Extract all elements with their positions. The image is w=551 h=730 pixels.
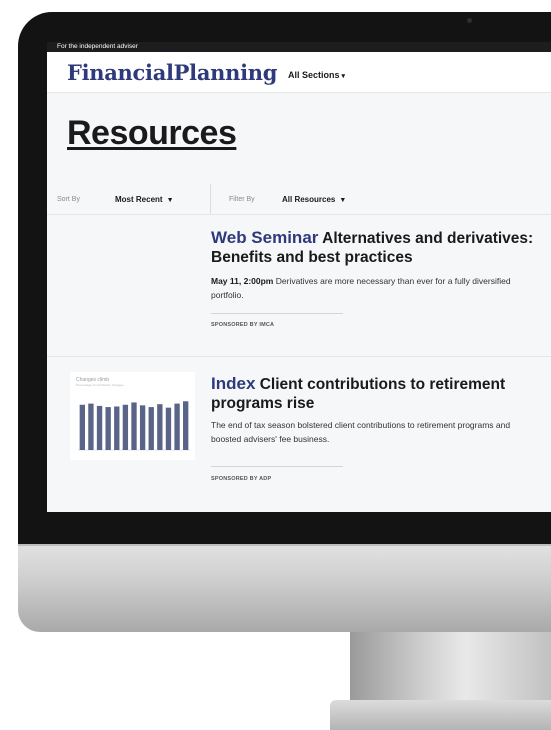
filter-by-label: Filter By <box>229 196 255 203</box>
filter-dropdown[interactable]: All Resources ▼ <box>282 195 346 204</box>
chart-bar <box>148 407 154 450</box>
site-header: FinancialPlanning All Sections ▾ <box>47 52 551 93</box>
all-sections-menu[interactable]: All Sections ▾ <box>288 70 345 80</box>
chart-bar <box>165 407 172 450</box>
chart-bar <box>122 404 129 450</box>
screen: For the independent adviser FinancialPla… <box>47 42 551 512</box>
article-description: The end of tax season bolstered client c… <box>211 418 541 446</box>
chart-bar <box>157 404 163 450</box>
top-bar: For the independent adviser <box>47 42 551 52</box>
camera-icon <box>467 18 472 23</box>
chart-bar <box>96 405 103 450</box>
chevron-down-icon: ▾ <box>341 73 346 80</box>
sponsor-divider <box>211 313 343 314</box>
thumbnail-bar-chart <box>78 401 190 451</box>
chin-divider <box>18 544 551 546</box>
article-separator <box>47 356 551 357</box>
sort-value: Most Recent <box>115 195 163 204</box>
dropdown-arrow-icon: ▼ <box>166 197 174 204</box>
article-type: Web Seminar <box>211 228 319 247</box>
sort-dropdown[interactable]: Most Recent ▼ <box>115 195 174 204</box>
sponsor-label: SPONSORED BY ADP <box>211 476 272 482</box>
chart-bar <box>114 406 120 450</box>
filter-divider <box>210 184 211 214</box>
sort-by-label: Sort By <box>57 196 80 203</box>
site-tagline: For the independent adviser <box>57 43 138 50</box>
article-headline: Client contributions to retirement progr… <box>211 376 506 412</box>
article-thumbnail[interactable]: Changes climb Percentage of contribution… <box>70 372 195 460</box>
article-type: Index <box>211 374 256 393</box>
dropdown-arrow-icon: ▼ <box>339 197 347 204</box>
sponsor-divider <box>211 466 343 467</box>
chart-bar <box>105 407 111 450</box>
all-sections-label: All Sections <box>288 70 340 80</box>
article-description: May 11, 2:00pm Derivatives are more nece… <box>211 274 541 302</box>
monitor-base <box>330 700 551 730</box>
chart-bar <box>131 402 137 450</box>
filter-bar: Sort By Most Recent ▼ Filter By All Resou… <box>47 184 551 214</box>
article-summary: The end of tax season bolstered client c… <box>211 420 511 444</box>
sponsor-label: SPONSORED BY IMCA <box>211 322 275 328</box>
chart-bar <box>183 401 189 450</box>
chart-bar <box>174 403 180 450</box>
chart-bar <box>139 405 146 450</box>
monitor: For the independent adviser FinancialPla… <box>0 0 551 632</box>
article-title[interactable]: Index Client contributions to retirement… <box>211 374 546 413</box>
filter-value: All Resources <box>282 195 336 204</box>
article-title[interactable]: Web Seminar Alternatives and derivatives… <box>211 228 546 267</box>
monitor-chin <box>18 544 551 632</box>
page-title: Resources <box>67 114 237 152</box>
chart-bar <box>88 403 94 450</box>
chart-bar <box>79 404 85 450</box>
filter-bar-border <box>47 214 551 215</box>
article-date: May 11, 2:00pm <box>211 276 274 286</box>
site-logo[interactable]: FinancialPlanning <box>67 60 277 85</box>
